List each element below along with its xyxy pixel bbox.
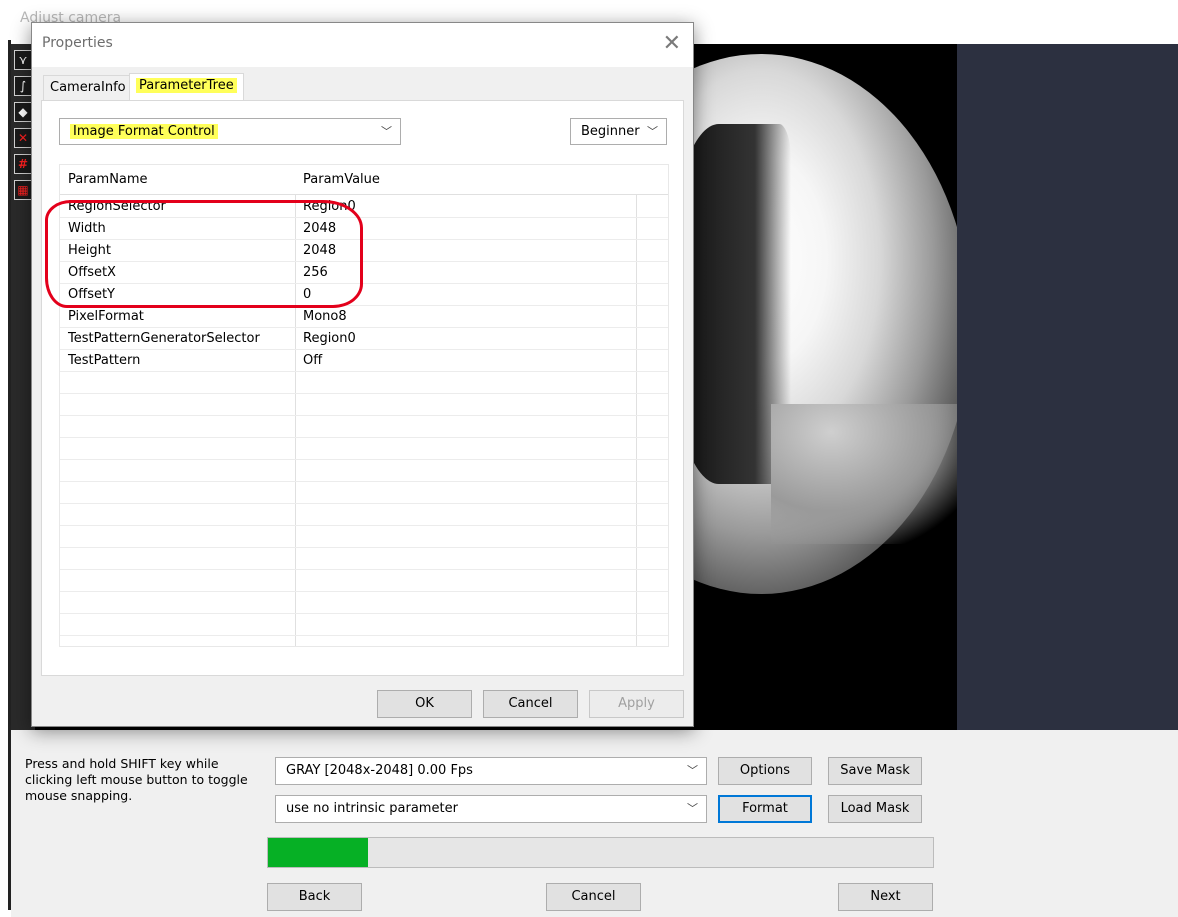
tab-parametertree[interactable]: ParameterTree bbox=[129, 73, 244, 101]
empty-row bbox=[60, 394, 668, 416]
apply-button[interactable]: Apply bbox=[589, 690, 684, 718]
empty-row bbox=[60, 526, 668, 548]
intrinsic-combo-value: use no intrinsic parameter bbox=[286, 801, 458, 816]
progress-bar bbox=[267, 837, 934, 868]
parameter-tree-panel: Image Format Control ﹀ Beginner ﹀ ParamN… bbox=[41, 100, 684, 676]
format-combo[interactable]: GRAY [2048x-2048] 0.00 Fps ﹀ bbox=[275, 757, 707, 785]
param-name: TestPattern bbox=[68, 353, 141, 368]
param-value: 0 bbox=[303, 287, 312, 302]
table-row[interactable]: PixelFormat Mono8 bbox=[60, 306, 668, 328]
param-name: PixelFormat bbox=[68, 309, 144, 324]
ok-button[interactable]: OK bbox=[377, 690, 472, 718]
table-row[interactable]: OffsetY 0 bbox=[60, 284, 668, 306]
empty-row bbox=[60, 592, 668, 614]
param-name: Height bbox=[68, 243, 111, 258]
chevron-down-icon: ﹀ bbox=[381, 125, 392, 138]
table-row[interactable]: TestPatternGeneratorSelector Region0 bbox=[60, 328, 668, 350]
param-value: Off bbox=[303, 353, 323, 368]
param-value: 2048 bbox=[303, 243, 337, 258]
param-value: 2048 bbox=[303, 221, 337, 236]
progress-fill bbox=[268, 838, 368, 867]
param-name: OffsetY bbox=[68, 287, 115, 302]
curve-tool-icon[interactable]: ∫ bbox=[14, 76, 32, 96]
param-value: Region0 bbox=[303, 199, 356, 214]
empty-row bbox=[60, 548, 668, 570]
grid-icon[interactable]: # bbox=[14, 154, 32, 174]
empty-row bbox=[60, 614, 668, 636]
side-panel bbox=[957, 44, 1178, 730]
format-combo-value: GRAY [2048x-2048] 0.00 Fps bbox=[286, 763, 473, 778]
param-value: 256 bbox=[303, 265, 328, 280]
param-name: OffsetX bbox=[68, 265, 116, 280]
param-name: TestPatternGeneratorSelector bbox=[68, 331, 260, 346]
grid-header: ParamName ParamValue bbox=[60, 165, 668, 195]
options-button[interactable]: Options bbox=[718, 757, 812, 785]
table-row[interactable]: Height 2048 bbox=[60, 240, 668, 262]
empty-row bbox=[60, 438, 668, 460]
tab-parametertree-label: ParameterTree bbox=[136, 78, 237, 93]
chevron-down-icon: ﹀ bbox=[687, 802, 698, 815]
next-button[interactable]: Next bbox=[838, 883, 933, 911]
fisheye-floor bbox=[771, 404, 957, 544]
table-row[interactable]: Width 2048 bbox=[60, 218, 668, 240]
back-button[interactable]: Back bbox=[267, 883, 362, 911]
tab-camerainfo[interactable]: CameraInfo bbox=[43, 75, 133, 100]
dialog-cancel-button[interactable]: Cancel bbox=[483, 690, 578, 718]
polyline-tool-icon[interactable]: ⋎ bbox=[14, 50, 32, 70]
chevron-down-icon: ﹀ bbox=[647, 125, 658, 138]
format-button[interactable]: Format bbox=[718, 795, 812, 823]
empty-row bbox=[60, 570, 668, 592]
properties-dialog: Properties ✕ CameraInfo ParameterTree Im… bbox=[31, 22, 694, 727]
cancel-button[interactable]: Cancel bbox=[546, 883, 641, 911]
table-row[interactable]: OffsetX 256 bbox=[60, 262, 668, 284]
intrinsic-combo[interactable]: use no intrinsic parameter ﹀ bbox=[275, 795, 707, 823]
dialog-titlebar: Properties ✕ bbox=[32, 23, 693, 67]
param-name: RegionSelector bbox=[68, 199, 166, 214]
grid-select-icon[interactable]: ▦ bbox=[14, 180, 32, 200]
close-icon[interactable]: ✕ bbox=[663, 31, 681, 56]
column-header-value: ParamValue bbox=[303, 172, 380, 187]
empty-row bbox=[60, 482, 668, 504]
empty-row bbox=[60, 416, 668, 438]
fill-tool-icon[interactable]: ◆ bbox=[14, 102, 32, 122]
empty-row bbox=[60, 504, 668, 526]
table-row[interactable]: RegionSelector Region0 bbox=[60, 196, 668, 218]
load-mask-button[interactable]: Load Mask bbox=[828, 795, 922, 823]
empty-row bbox=[60, 372, 668, 394]
visibility-level-select[interactable]: Beginner ﹀ bbox=[570, 118, 667, 145]
param-value: Mono8 bbox=[303, 309, 347, 324]
category-select-value: Image Format Control bbox=[70, 124, 218, 139]
empty-row bbox=[60, 460, 668, 482]
table-row[interactable]: TestPattern Off bbox=[60, 350, 668, 372]
delete-icon[interactable]: ✕ bbox=[14, 128, 32, 148]
param-value: Region0 bbox=[303, 331, 356, 346]
parameter-grid: ParamName ParamValue RegionSelector Regi… bbox=[59, 164, 669, 647]
visibility-level-value: Beginner bbox=[581, 124, 640, 139]
column-header-name: ParamName bbox=[68, 172, 148, 187]
category-select[interactable]: Image Format Control ﹀ bbox=[59, 118, 401, 145]
param-name: Width bbox=[68, 221, 106, 236]
dialog-title: Properties bbox=[42, 35, 113, 51]
chevron-down-icon: ﹀ bbox=[687, 764, 698, 777]
tab-camerainfo-label: CameraInfo bbox=[50, 80, 126, 95]
save-mask-button[interactable]: Save Mask bbox=[828, 757, 922, 785]
shift-hint-text: Press and hold SHIFT key while clicking … bbox=[25, 756, 248, 803]
